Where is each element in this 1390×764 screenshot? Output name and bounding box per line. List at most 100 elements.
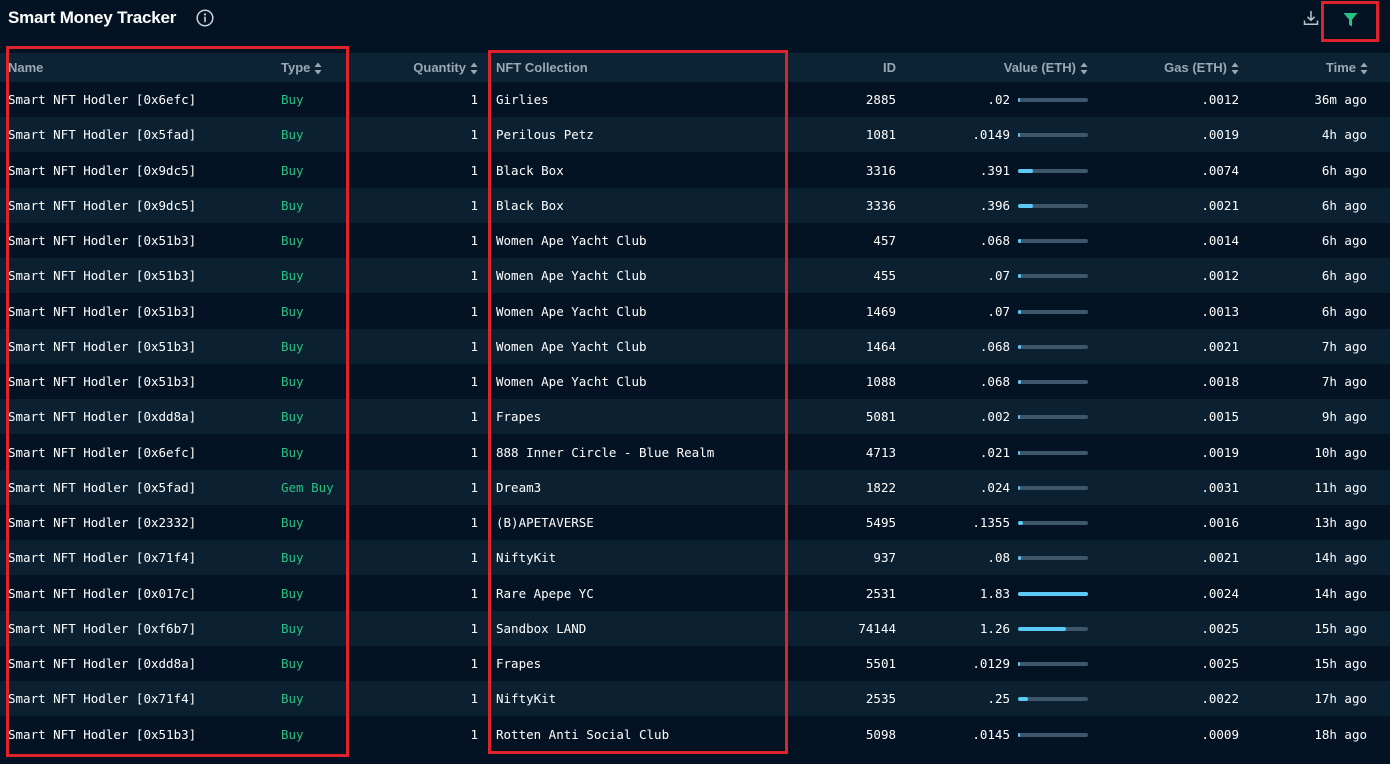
quantity-cell: 1 <box>470 621 478 636</box>
value-bar-fill <box>1018 451 1020 455</box>
time-cell: 9h ago <box>1321 409 1367 424</box>
name-cell[interactable]: Smart NFT Hodler [0x51b3] <box>8 717 196 752</box>
type-cell: Buy <box>281 304 304 319</box>
name-cell[interactable]: Smart NFT Hodler [0x9dc5] <box>8 188 196 223</box>
filter-button[interactable] <box>1321 1 1379 42</box>
table-row[interactable]: Smart NFT Hodler [0x2332] Buy 1 (B)APETAVER… <box>0 505 1390 540</box>
table-row[interactable]: Smart NFT Hodler [0x51b3] Buy 1 Rotten Anti… <box>0 717 1390 752</box>
quantity-cell: 1 <box>470 691 478 706</box>
type-cell: Buy <box>281 445 304 460</box>
nft-collection-cell[interactable]: Women Ape Yacht Club <box>496 223 647 258</box>
quantity-cell: 1 <box>470 445 478 460</box>
page-title: Smart Money Tracker <box>8 8 177 27</box>
nft-collection-cell[interactable]: Dream3 <box>496 470 541 505</box>
table-row[interactable]: Smart NFT Hodler [0xf6b7] Buy 1 Sandbox LAN… <box>0 611 1390 646</box>
table-row[interactable]: Smart NFT Hodler [0xdd8a] Buy 1 Frapes 5081.… <box>0 399 1390 434</box>
name-cell[interactable]: Smart NFT Hodler [0x51b3] <box>8 294 196 329</box>
column-header-id[interactable]: ID <box>883 53 896 82</box>
nft-collection-cell[interactable]: Women Ape Yacht Club <box>496 294 647 329</box>
nft-collection-cell[interactable]: Rare Apepe YC <box>496 576 594 611</box>
table-row[interactable]: Smart NFT Hodler [0x017c] Buy 1 Rare Apepe … <box>0 576 1390 611</box>
name-cell[interactable]: Smart NFT Hodler [0xdd8a] <box>8 646 196 681</box>
value-cell: .002 <box>979 409 1010 424</box>
id-cell: 4713 <box>865 445 896 460</box>
name-cell[interactable]: Smart NFT Hodler [0xdd8a] <box>8 399 196 434</box>
nft-collection-cell[interactable]: Girlies <box>496 82 549 117</box>
nft-collection-cell[interactable]: NiftyKit <box>496 681 556 716</box>
table-row[interactable]: Smart NFT Hodler [0x51b3] Buy 1 Women Ape Y… <box>0 329 1390 364</box>
time-cell: 7h ago <box>1321 374 1367 389</box>
gas-cell: .0019 <box>1201 127 1239 142</box>
nft-collection-cell[interactable]: Rotten Anti Social Club <box>496 717 669 752</box>
value-bar <box>1018 451 1088 455</box>
value-bar <box>1018 733 1088 737</box>
column-header-value[interactable]: Value (ETH) <box>1004 53 1088 82</box>
name-cell[interactable]: Smart NFT Hodler [0x51b3] <box>8 364 196 399</box>
table-row[interactable]: Smart NFT Hodler [0x6efc] Buy 1 Girlies 2885… <box>0 82 1390 117</box>
download-icon[interactable] <box>1302 9 1320 27</box>
id-cell: 1469 <box>865 304 896 319</box>
column-header-time[interactable]: Time <box>1326 53 1368 82</box>
value-cell: .08 <box>987 550 1010 565</box>
name-cell[interactable]: Smart NFT Hodler [0x5fad] <box>8 470 196 505</box>
quantity-cell: 1 <box>470 656 478 671</box>
value-bar-fill <box>1018 697 1028 701</box>
table-row[interactable]: Smart NFT Hodler [0x6efc] Buy 1 888 Inner C… <box>0 435 1390 470</box>
quantity-cell: 1 <box>470 480 478 495</box>
table-row[interactable]: Smart NFT Hodler [0x51b3] Buy 1 Women Ape Y… <box>0 223 1390 258</box>
name-cell[interactable]: Smart NFT Hodler [0x5fad] <box>8 117 196 152</box>
value-cell: .07 <box>987 268 1010 283</box>
table-row[interactable]: Smart NFT Hodler [0x5fad] Buy 1 Perilous Pe… <box>0 117 1390 152</box>
nft-collection-cell[interactable]: Women Ape Yacht Club <box>496 329 647 364</box>
column-header-quantity[interactable]: Quantity <box>413 53 478 82</box>
column-header-name[interactable]: Name <box>8 53 43 82</box>
header: Smart Money Tracker <box>0 0 1390 46</box>
column-header-nft-collection[interactable]: NFT Collection <box>496 53 588 82</box>
name-cell[interactable]: Smart NFT Hodler [0x71f4] <box>8 681 196 716</box>
id-cell: 3336 <box>865 198 896 213</box>
nft-collection-cell[interactable]: (B)APETAVERSE <box>496 505 594 540</box>
nft-collection-cell[interactable]: Perilous Petz <box>496 117 594 152</box>
table-row[interactable]: Smart NFT Hodler [0x51b3] Buy 1 Women Ape Y… <box>0 258 1390 293</box>
column-header-gas[interactable]: Gas (ETH) <box>1164 53 1239 82</box>
time-cell: 14h ago <box>1314 586 1367 601</box>
id-cell: 1822 <box>865 480 896 495</box>
table-row[interactable]: Smart NFT Hodler [0x9dc5] Buy 1 Black Box 33… <box>0 188 1390 223</box>
info-icon[interactable] <box>196 9 214 27</box>
table-row[interactable]: Smart NFT Hodler [0x71f4] Buy 1 NiftyKit 253… <box>0 681 1390 716</box>
value-cell: .068 <box>979 233 1010 248</box>
table-row[interactable]: Smart NFT Hodler [0x51b3] Buy 1 Women Ape Y… <box>0 364 1390 399</box>
table-row[interactable]: Smart NFT Hodler [0x5fad] Gem Buy 1 Dream3 1… <box>0 470 1390 505</box>
nft-collection-cell[interactable]: Frapes <box>496 646 541 681</box>
name-cell[interactable]: Smart NFT Hodler [0x9dc5] <box>8 153 196 188</box>
name-cell[interactable]: Smart NFT Hodler [0xf6b7] <box>8 611 196 646</box>
nft-collection-cell[interactable]: Women Ape Yacht Club <box>496 364 647 399</box>
nft-collection-cell[interactable]: Black Box <box>496 188 564 223</box>
nft-collection-cell[interactable]: Sandbox LAND <box>496 611 586 646</box>
nft-collection-cell[interactable]: Women Ape Yacht Club <box>496 258 647 293</box>
table-row[interactable]: Smart NFT Hodler [0xdd8a] Buy 1 Frapes 5501.… <box>0 646 1390 681</box>
name-cell[interactable]: Smart NFT Hodler [0x51b3] <box>8 258 196 293</box>
nft-collection-cell[interactable]: Frapes <box>496 399 541 434</box>
id-cell: 2531 <box>865 586 896 601</box>
table-row[interactable]: Smart NFT Hodler [0x71f4] Buy 1 NiftyKit 937… <box>0 540 1390 575</box>
name-cell[interactable]: Smart NFT Hodler [0x51b3] <box>8 329 196 364</box>
nft-collection-cell[interactable]: Black Box <box>496 153 564 188</box>
name-cell[interactable]: Smart NFT Hodler [0x71f4] <box>8 540 196 575</box>
type-cell: Buy <box>281 409 304 424</box>
column-header-type[interactable]: Type <box>281 53 322 82</box>
type-cell: Buy <box>281 268 304 283</box>
name-cell[interactable]: Smart NFT Hodler [0x51b3] <box>8 223 196 258</box>
value-cell: .0145 <box>972 727 1010 742</box>
type-cell: Buy <box>281 127 304 142</box>
table-row[interactable]: Smart NFT Hodler [0x51b3] Buy 1 Women Ape Y… <box>0 294 1390 329</box>
filter-icon <box>1343 13 1358 27</box>
nft-collection-cell[interactable]: NiftyKit <box>496 540 556 575</box>
name-cell[interactable]: Smart NFT Hodler [0x6efc] <box>8 82 196 117</box>
table-row[interactable]: Smart NFT Hodler [0x9dc5] Buy 1 Black Box 33… <box>0 153 1390 188</box>
name-cell[interactable]: Smart NFT Hodler [0x2332] <box>8 505 196 540</box>
nft-collection-cell[interactable]: 888 Inner Circle - Blue Realm <box>496 435 714 470</box>
sort-icon <box>1231 62 1239 75</box>
name-cell[interactable]: Smart NFT Hodler [0x6efc] <box>8 435 196 470</box>
name-cell[interactable]: Smart NFT Hodler [0x017c] <box>8 576 196 611</box>
